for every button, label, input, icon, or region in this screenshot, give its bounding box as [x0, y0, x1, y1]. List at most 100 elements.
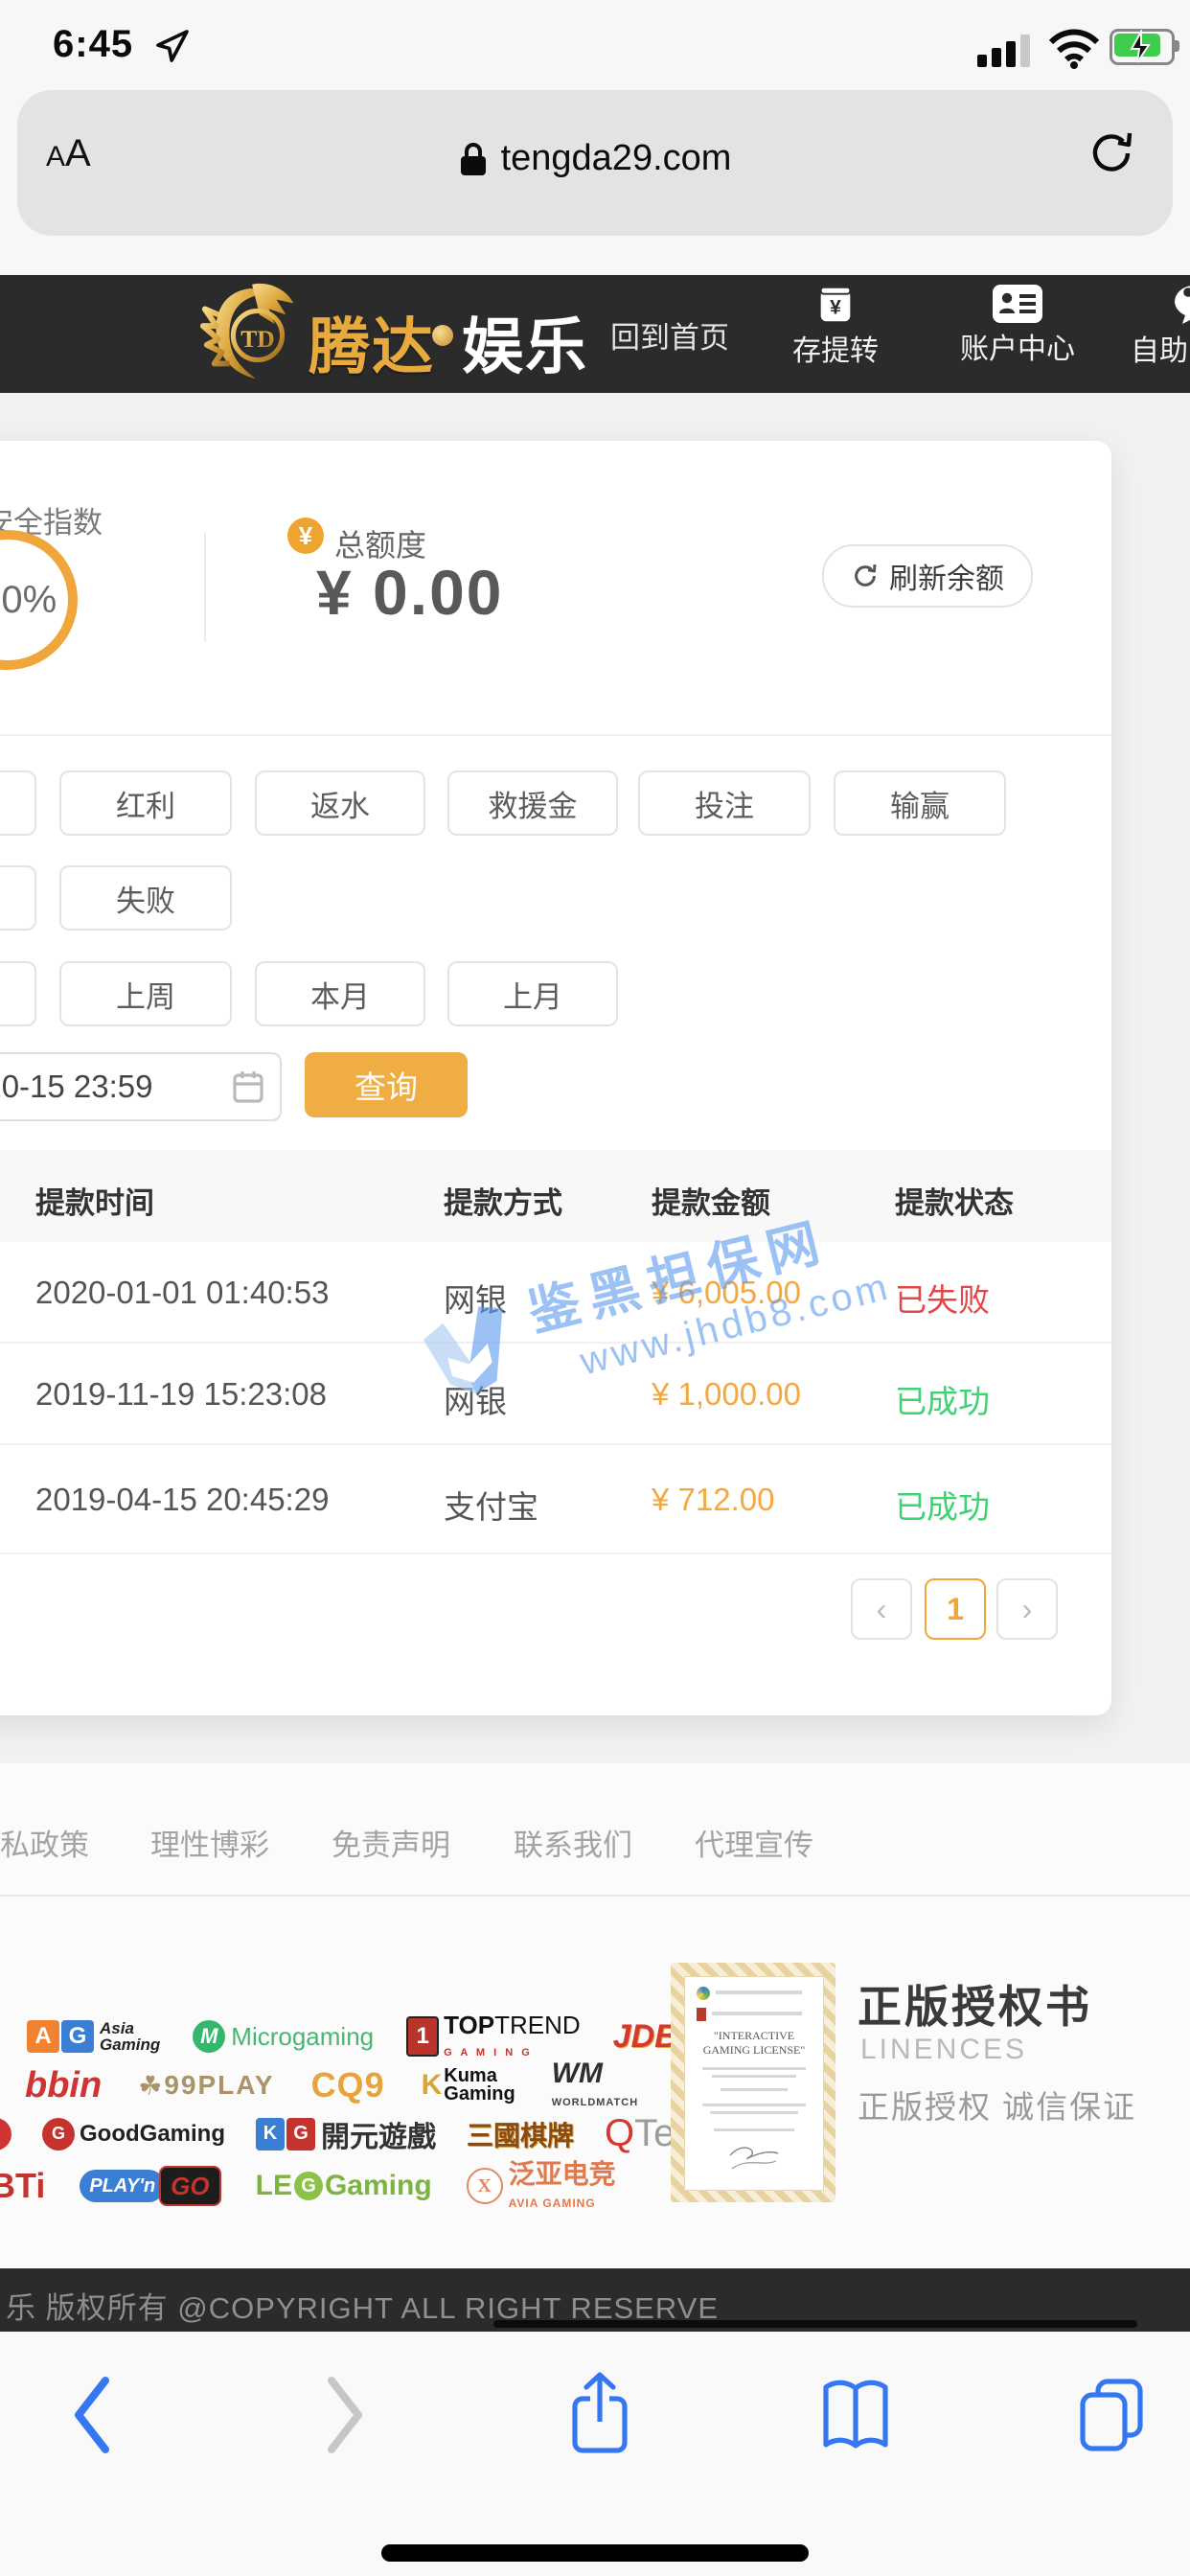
- withdraw-record-card: 安全指数 100% ¥ 总额度 ¥ 0.00 刷新余额 红利 返水 救援金 投注…: [0, 441, 1111, 1715]
- table-row: 2019-04-15 20:45:29 支付宝 ¥ 712.00 已成功: [0, 1445, 1111, 1554]
- logo-kuma-gaming: KKumaGaming: [422, 2067, 515, 2104]
- filter-button-rebate[interactable]: 返水: [255, 770, 425, 836]
- cell-amount: ¥ 1,000.00: [652, 1376, 801, 1413]
- cell-time: 2019-04-15 20:45:29: [35, 1482, 329, 1518]
- logo-bbin: bbin: [25, 2065, 102, 2106]
- logo-asia-gaming: A G AsiaGaming: [27, 2020, 160, 2053]
- svg-text:¥: ¥: [830, 297, 841, 319]
- col-withdraw-amount: 提款金额: [652, 1179, 770, 1222]
- yen-badge-icon: ¥: [287, 518, 324, 554]
- cell-time: 2020-01-01 01:40:53: [35, 1275, 329, 1311]
- cell-amount: ¥ 712.00: [652, 1482, 774, 1518]
- money-jar-icon: ¥: [813, 283, 858, 327]
- provider-logo-row: G GoodGaming K G 開元遊戲 三國棋牌 QTech: [0, 2112, 754, 2155]
- filter-button-thismonth[interactable]: 本月: [255, 961, 425, 1026]
- pagination-prev-button[interactable]: ‹: [851, 1578, 912, 1640]
- horizontal-scrollbar[interactable]: [493, 2320, 1137, 2328]
- summary-divider: [204, 533, 206, 642]
- cell-method: 支付宝: [444, 1482, 538, 1528]
- provider-logo-row: BTi PLAY'n GO LEGGaming X 泛亚电竞AVIA GAMIN…: [0, 2162, 616, 2210]
- logo-microgaming: M Microgaming: [193, 2020, 374, 2053]
- logo-playngo: PLAY'n GO: [80, 2166, 220, 2206]
- col-withdraw-status: 提款状态: [895, 1179, 1014, 1222]
- cell-amount: ¥ 6,005.00: [652, 1275, 801, 1311]
- status-time: 6:45: [53, 23, 133, 66]
- svg-text:TD: TD: [240, 325, 275, 353]
- license-tagline: 正版授权 诚信保证: [858, 2082, 1136, 2128]
- provider-logo-row: A G AsiaGaming M Microgaming 1 TOPTRENDG…: [27, 2014, 745, 2059]
- logo-cut-left: [0, 2118, 11, 2150]
- brand-name-second[interactable]: 娱乐: [462, 298, 588, 386]
- logo-toptrend: 1 TOPTRENDG A M I N G: [406, 2014, 581, 2059]
- cell-time: 2019-11-19 15:23:08: [35, 1376, 327, 1413]
- reload-button[interactable]: [1088, 128, 1134, 178]
- tabs-button[interactable]: [1075, 2374, 1148, 2454]
- signal-strength-icon: [977, 34, 1030, 67]
- refresh-balance-button[interactable]: 刷新余额: [822, 544, 1033, 608]
- col-withdraw-time: 提款时间: [35, 1179, 154, 1222]
- pagination-next-button[interactable]: ›: [996, 1578, 1058, 1640]
- nav-deposit-transfer[interactable]: ¥ 存提转: [786, 283, 885, 369]
- cell-status: 已失败: [895, 1275, 990, 1321]
- cell-status: 已成功: [895, 1376, 990, 1422]
- bookmarks-button[interactable]: [820, 2378, 891, 2454]
- footer-link-agent[interactable]: 代理宣传: [695, 1821, 813, 1864]
- license-certificate-image: "INTERACTIVEGAMING LICENSE": [671, 1963, 835, 2202]
- battery-icon: [1110, 29, 1175, 65]
- filter-button-rescue[interactable]: 救援金: [447, 770, 618, 836]
- footer-link-responsible[interactable]: 理性博彩: [150, 1821, 269, 1864]
- iphone-screen: 6:45 AA tengda: [0, 0, 1190, 2576]
- cell-method: 网银: [444, 1376, 507, 1422]
- filter-button-winloss[interactable]: 输赢: [834, 770, 1006, 836]
- end-date-input[interactable]: 0-10-15 23:59: [0, 1052, 282, 1121]
- filter-button-lastmonth[interactable]: 上月: [447, 961, 618, 1026]
- logo-sanguo: 三國棋牌: [467, 2115, 574, 2153]
- filter-button-bonus[interactable]: 红利: [59, 770, 232, 836]
- nav-account-center[interactable]: 账户中心: [950, 283, 1085, 367]
- license-title: 正版授权书: [858, 1972, 1092, 2036]
- search-button[interactable]: 查询: [305, 1052, 468, 1117]
- logo-cq9: CQ9: [311, 2065, 385, 2105]
- home-indicator[interactable]: [381, 2544, 809, 2562]
- cell-status: 已成功: [895, 1482, 990, 1528]
- logo-kaiyuan: K G 開元遊戲: [256, 2113, 436, 2155]
- table-row: 2020-01-01 01:40:53 网银 ¥ 6,005.00 已失败: [0, 1242, 1111, 1344]
- filter-button-cut2[interactable]: [0, 865, 36, 931]
- refresh-icon: [851, 562, 880, 590]
- browser-top-chrome: 6:45 AA tengda: [0, 0, 1190, 275]
- calendar-icon[interactable]: [232, 1070, 264, 1104]
- logo-goodgaming: G GoodGaming: [42, 2118, 225, 2150]
- provider-logo-row: bbin ☘ 99PLAY CQ9 KKumaGaming WMWORLDMAT…: [25, 2062, 638, 2108]
- logo-99play: ☘ 99PLAY: [138, 2070, 274, 2102]
- license-subtitle: LINENCES: [860, 2034, 1027, 2066]
- end-date-value: 0-10-15 23:59: [0, 1069, 153, 1105]
- wifi-icon: [1049, 29, 1099, 69]
- table-row: 2019-11-19 15:23:08 网银 ¥ 1,000.00 已成功: [0, 1344, 1111, 1445]
- id-card-icon: [991, 283, 1044, 325]
- home-link[interactable]: 回到首页: [610, 313, 729, 356]
- pagination-page-1[interactable]: 1: [925, 1578, 986, 1640]
- page-footer: 私政策 理性博彩 免责声明 联系我们 代理宣传 A G AsiaGaming M…: [0, 1763, 1190, 2268]
- filter-button-failed[interactable]: 失败: [59, 865, 232, 931]
- url-text[interactable]: tengda29.com: [501, 138, 732, 179]
- brand-ball-icon: [432, 325, 453, 346]
- footer-link-contact[interactable]: 联系我们: [514, 1821, 632, 1864]
- share-button[interactable]: [567, 2370, 632, 2458]
- filter-button-lastweek[interactable]: 上周: [59, 961, 232, 1026]
- brand-dragon-logo[interactable]: TD: [199, 277, 312, 390]
- filter-button-cut3[interactable]: [0, 961, 36, 1026]
- address-bar[interactable]: AA tengda29.com: [17, 90, 1173, 236]
- footer-link-privacy[interactable]: 私政策: [0, 1821, 89, 1864]
- lock-icon: [459, 141, 488, 177]
- footer-link-disclaimer[interactable]: 免责声明: [332, 1821, 450, 1864]
- nav-self-service[interactable]: 自助: [1131, 283, 1190, 369]
- logo-worldmatch: WMWORLDMATCH: [552, 2062, 638, 2108]
- forward-button[interactable]: [324, 2375, 368, 2455]
- brand-name-first[interactable]: 腾达: [309, 298, 435, 386]
- col-withdraw-method: 提款方式: [444, 1179, 562, 1222]
- footer-divider: [0, 1895, 1190, 1897]
- logo-legaming: LEGGaming: [256, 2170, 432, 2202]
- filter-button-bet[interactable]: 投注: [638, 770, 811, 836]
- filter-button-cut[interactable]: [0, 770, 36, 836]
- back-button[interactable]: [69, 2375, 113, 2455]
